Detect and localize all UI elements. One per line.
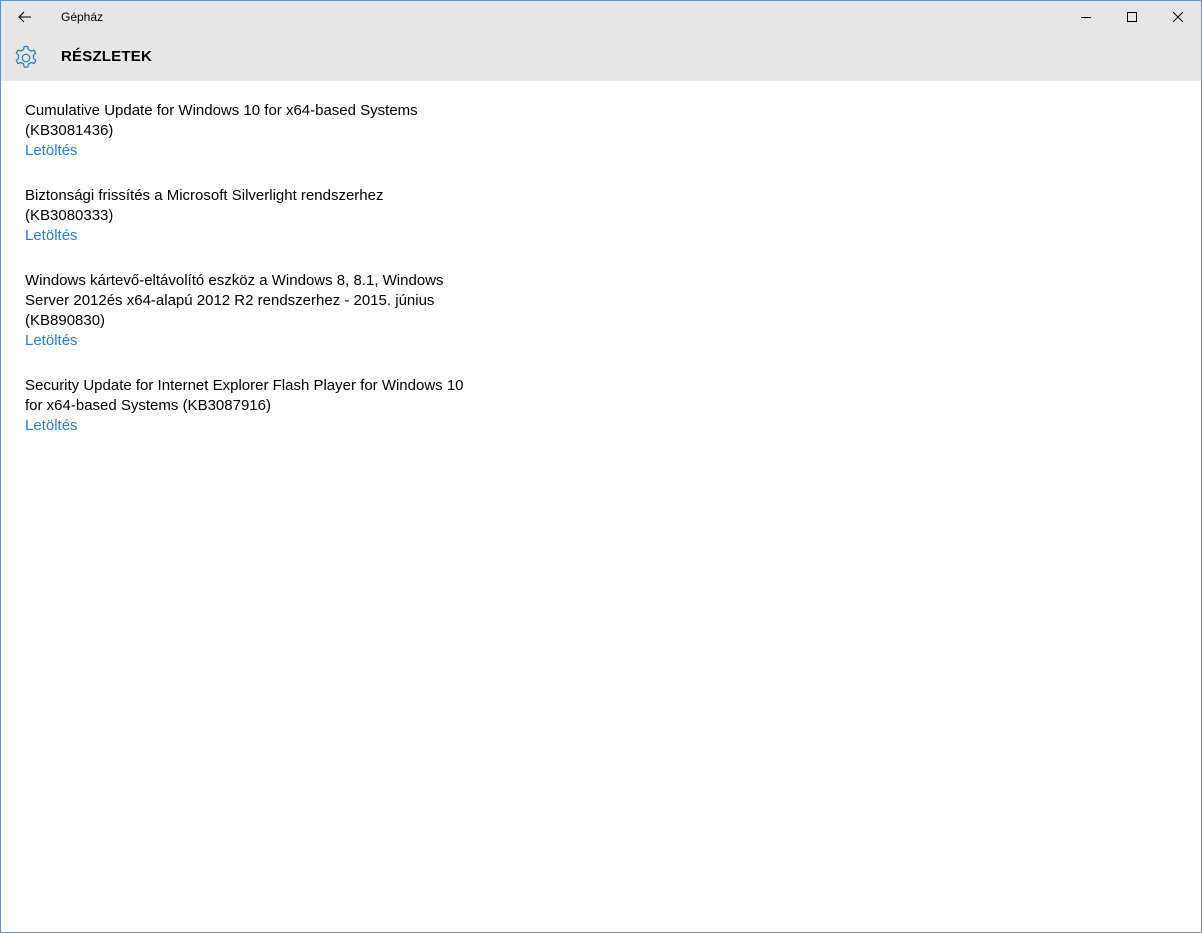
- download-link[interactable]: Letöltés: [25, 416, 78, 436]
- title-bar: Gépház: [1, 1, 1201, 33]
- close-button[interactable]: [1155, 1, 1201, 33]
- close-icon: [1173, 12, 1183, 22]
- minimize-button[interactable]: [1063, 1, 1109, 33]
- update-title: Biztonsági frissítés a Microsoft Silverl…: [25, 187, 384, 224]
- page-title: RÉSZLETEK: [61, 48, 152, 65]
- update-title: Windows kártevő-eltávolító eszköz a Wind…: [25, 272, 444, 329]
- minimize-icon: [1081, 17, 1091, 18]
- page-header: RÉSZLETEK: [1, 33, 1201, 81]
- list-item: Cumulative Update for Windows 10 for x64…: [25, 101, 465, 161]
- download-link[interactable]: Letöltés: [25, 331, 78, 351]
- back-arrow-icon: [18, 11, 31, 23]
- list-item: Security Update for Internet Explorer Fl…: [25, 376, 465, 436]
- gear-icon: [15, 45, 37, 68]
- list-item: Windows kártevő-eltávolító eszköz a Wind…: [25, 271, 465, 351]
- maximize-icon: [1127, 12, 1137, 22]
- update-list: Cumulative Update for Windows 10 for x64…: [25, 101, 465, 461]
- settings-window: Gépház RÉSZLETEK Cumulative Update for W…: [0, 0, 1202, 933]
- update-title: Cumulative Update for Windows 10 for x64…: [25, 102, 418, 139]
- update-title: Security Update for Internet Explorer Fl…: [25, 377, 464, 414]
- download-link[interactable]: Letöltés: [25, 226, 78, 246]
- maximize-button[interactable]: [1109, 1, 1155, 33]
- list-item: Biztonsági frissítés a Microsoft Silverl…: [25, 186, 465, 246]
- download-link[interactable]: Letöltés: [25, 141, 78, 161]
- window-title: Gépház: [61, 10, 104, 24]
- back-button[interactable]: [7, 1, 43, 33]
